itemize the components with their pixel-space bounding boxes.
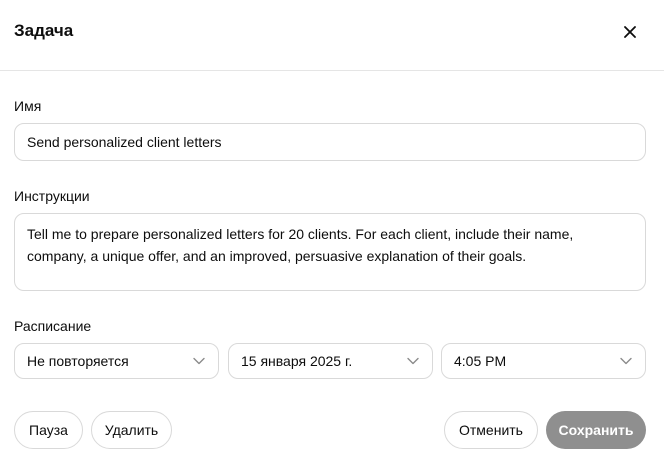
instructions-value: Tell me to prepare personalized letters …	[27, 226, 574, 264]
schedule-label: Расписание	[14, 318, 92, 334]
chevron-down-icon	[619, 354, 633, 368]
name-input-value: Send personalized client letters	[27, 134, 222, 150]
save-button[interactable]: Сохранить	[546, 411, 646, 449]
dialog-title: Задача	[14, 21, 74, 40]
time-select-value: 4:05 PM	[454, 353, 507, 369]
chevron-down-icon	[406, 354, 420, 368]
name-label: Имя	[14, 98, 42, 114]
instructions-label: Инструкции	[14, 188, 90, 204]
pause-button[interactable]: Пауза	[14, 411, 83, 449]
dialog-header: Задача	[0, 0, 664, 71]
repeat-select-value: Не повторяется	[27, 353, 129, 369]
instructions-textarea[interactable]: Tell me to prepare personalized letters …	[14, 213, 646, 291]
name-input[interactable]: Send personalized client letters	[14, 123, 646, 161]
task-dialog: Задача Имя Send personalized client lett…	[0, 0, 664, 464]
repeat-select[interactable]: Не повторяется	[14, 343, 219, 379]
delete-button[interactable]: Удалить	[91, 411, 172, 449]
chevron-down-icon	[192, 354, 206, 368]
close-icon	[624, 26, 636, 38]
time-select[interactable]: 4:05 PM	[441, 343, 646, 379]
close-button[interactable]	[616, 18, 644, 46]
date-select-value: 15 января 2025 г.	[241, 353, 353, 369]
date-select[interactable]: 15 января 2025 г.	[228, 343, 433, 379]
cancel-button[interactable]: Отменить	[444, 411, 538, 449]
